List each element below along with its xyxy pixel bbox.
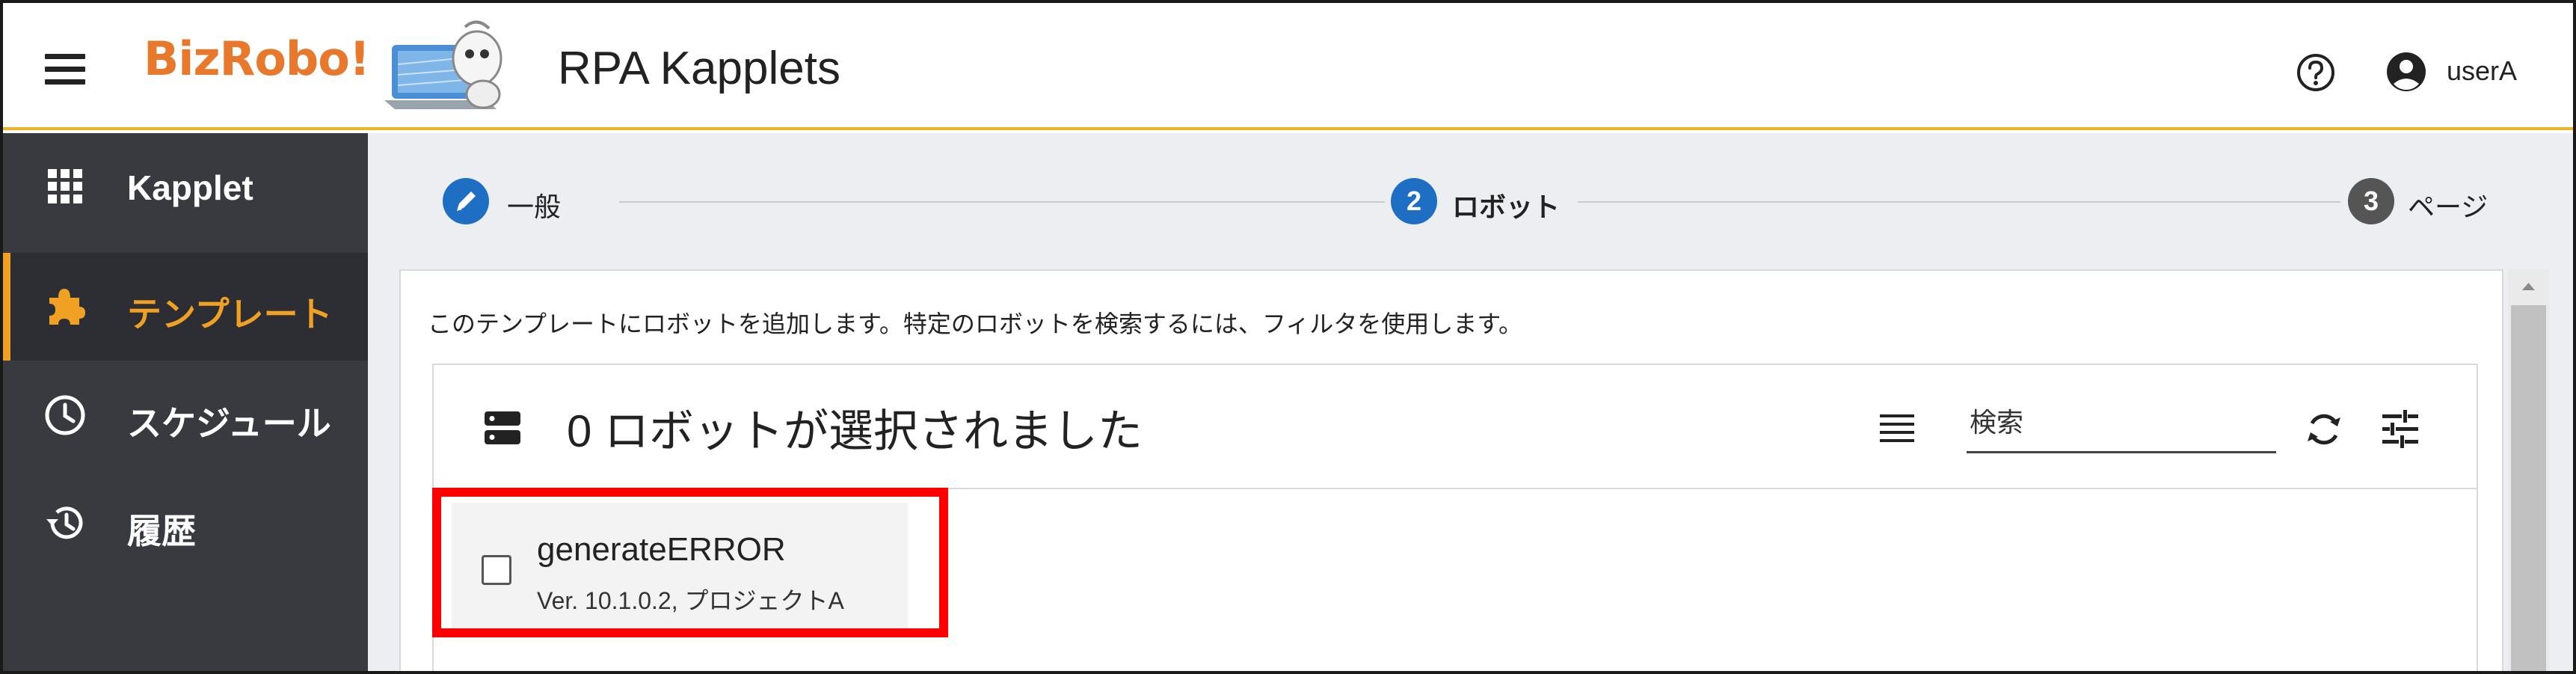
sidebar-nav: Kapplet テンプレート スケジュール 履歴 <box>3 133 368 671</box>
step-3-label[interactable]: ページ <box>2408 186 2488 224</box>
robot-version-project: Ver. 10.1.0.2, プロジェクトA <box>537 587 844 614</box>
tune-icon[interactable] <box>2379 408 2421 450</box>
wizard-stepper: 一般 2 ロボット 3 ページ <box>368 133 2573 268</box>
robot-mascot-icon <box>384 20 502 109</box>
card-description: このテンプレートにロボットを追加します。特定のロボットを検索するには、フィルタを… <box>428 310 1523 337</box>
step-connector <box>1578 201 2340 203</box>
selection-count: 0 ロボットが選択されました <box>567 406 1143 456</box>
sidebar-item-label: Kapplet <box>127 168 253 207</box>
sidebar-item-label: スケジュール <box>127 404 331 443</box>
search-input[interactable] <box>1970 398 2273 447</box>
sidebar-item-label: テンプレート <box>127 295 333 334</box>
brand-logo: BizRobo! <box>144 31 370 86</box>
step-connector <box>619 201 1385 203</box>
hamburger-menu-icon[interactable] <box>45 54 85 87</box>
robot-select-card: このテンプレートにロボットを追加します。特定のロボットを検索するには、フィルタを… <box>399 269 2503 671</box>
pencil-icon <box>457 192 476 211</box>
robot-list-header: 0 ロボットが選択されました <box>434 365 2477 489</box>
step-2-circle[interactable]: 2 <box>1391 178 1437 224</box>
robot-list-panel: 0 ロボットが選択されました 検索 generateERROR Ver. 10.… <box>432 364 2478 671</box>
database-icon <box>485 411 520 444</box>
search-field <box>1967 398 2276 453</box>
app-title: RPA Kapplets <box>558 43 840 94</box>
sidebar-item-template[interactable]: テンプレート <box>3 253 368 361</box>
puzzle-icon <box>49 289 85 325</box>
help-circle-icon[interactable] <box>2296 52 2336 93</box>
user-name[interactable]: userA <box>2447 55 2517 87</box>
robot-name: generateERROR <box>537 531 786 568</box>
scroll-up-arrow-icon[interactable] <box>2508 269 2549 302</box>
robot-list-item[interactable]: generateERROR Ver. 10.1.0.2, プロジェクトA <box>452 503 908 636</box>
list-view-icon[interactable] <box>1878 411 1916 444</box>
grid-icon <box>48 169 82 203</box>
history-icon <box>46 506 83 539</box>
step-2-label[interactable]: ロボット <box>1452 186 1560 224</box>
clock-icon <box>45 395 85 435</box>
active-indicator <box>3 253 10 361</box>
refresh-icon[interactable] <box>2303 408 2345 450</box>
account-circle-icon[interactable] <box>2385 51 2427 93</box>
robot-checkbox[interactable] <box>482 555 511 585</box>
app-window: BizRobo! RPA Kapplets userA Kapplet テンプレ… <box>0 0 2576 674</box>
sidebar-item-label: 履歴 <box>127 512 196 551</box>
step-1-circle[interactable] <box>443 178 489 224</box>
main-content: 一般 2 ロボット 3 ページ このテンプレートにロボットを追加します。特定のロ… <box>368 133 2573 671</box>
scrollbar-thumb[interactable] <box>2511 305 2546 671</box>
app-header: BizRobo! RPA Kapplets userA <box>3 3 2573 130</box>
sidebar-item-history[interactable]: 履歴 <box>3 470 368 578</box>
sidebar-item-kapplet[interactable]: Kapplet <box>3 133 368 241</box>
step-3-circle[interactable]: 3 <box>2348 178 2394 224</box>
sidebar-item-schedule[interactable]: スケジュール <box>3 362 368 470</box>
vertical-scrollbar[interactable] <box>2508 269 2549 671</box>
step-1-label[interactable]: 一般 <box>507 186 561 224</box>
